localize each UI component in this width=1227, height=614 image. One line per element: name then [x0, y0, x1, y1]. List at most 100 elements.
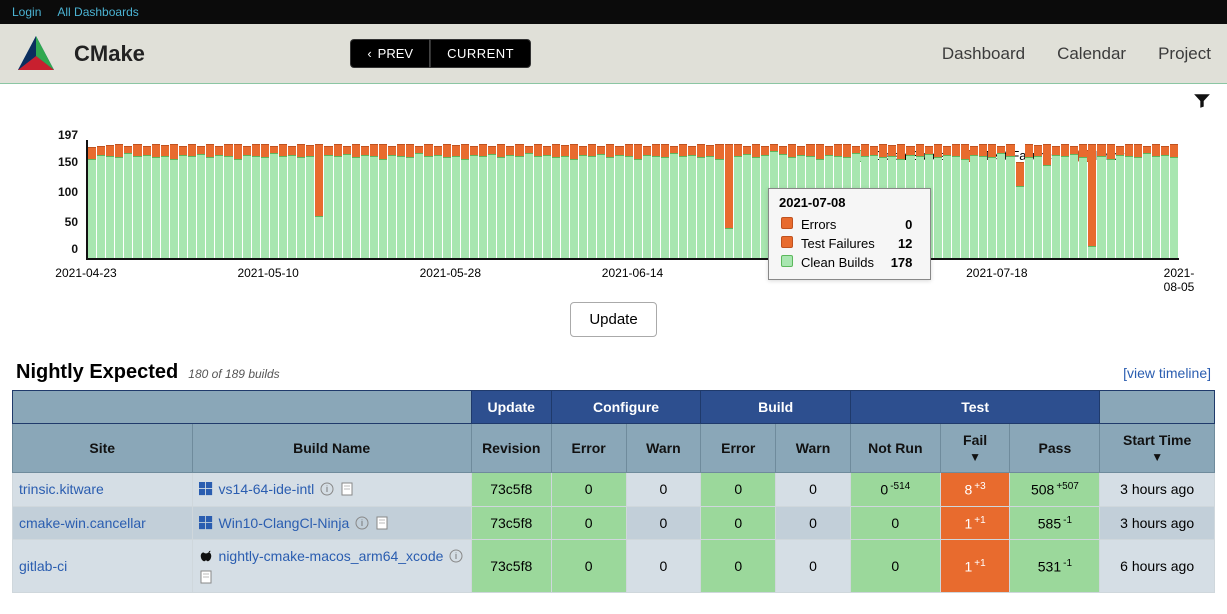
bar[interactable] [934, 140, 942, 258]
col-buildname[interactable]: Build Name [192, 424, 471, 473]
bar[interactable] [970, 140, 978, 258]
bar[interactable] [1134, 140, 1142, 258]
bar[interactable] [752, 140, 760, 258]
revision-cell[interactable]: 73c5f8 [471, 540, 551, 593]
bar[interactable] [497, 140, 505, 258]
bar[interactable] [379, 140, 387, 258]
col-test[interactable]: Test [850, 391, 1099, 424]
bar[interactable] [579, 140, 587, 258]
bar[interactable] [152, 140, 160, 258]
col-start[interactable]: Start Time▼ [1100, 424, 1215, 473]
bar[interactable] [434, 140, 442, 258]
start-cell[interactable]: 6 hours ago [1100, 540, 1215, 593]
cfg-err-cell[interactable]: 0 [551, 473, 626, 507]
bar[interactable] [334, 140, 342, 258]
bar[interactable] [397, 140, 405, 258]
bar[interactable] [1107, 140, 1115, 258]
bar[interactable] [1006, 140, 1014, 258]
col-build[interactable]: Build [701, 391, 851, 424]
all-dashboards-link[interactable]: All Dashboards [57, 5, 138, 19]
bar[interactable] [388, 140, 396, 258]
bar[interactable] [1170, 140, 1178, 258]
bar[interactable] [1116, 140, 1124, 258]
bar[interactable] [715, 140, 723, 258]
bar[interactable] [588, 140, 596, 258]
prev-button[interactable]: ‹ PREV [350, 39, 430, 68]
bar[interactable] [443, 140, 451, 258]
bar[interactable] [1025, 140, 1033, 258]
bar[interactable] [1043, 140, 1051, 258]
bar[interactable] [370, 140, 378, 258]
bar[interactable] [97, 140, 105, 258]
update-button[interactable]: Update [570, 302, 656, 337]
bar[interactable] [734, 140, 742, 258]
col-configure[interactable]: Configure [551, 391, 701, 424]
cfg-err-cell[interactable]: 0 [551, 540, 626, 593]
bar[interactable] [279, 140, 287, 258]
start-cell[interactable]: 3 hours ago [1100, 473, 1215, 507]
buildname-cell[interactable]: vs14-64-ide-intl i [192, 473, 471, 507]
bar[interactable] [261, 140, 269, 258]
bld-warn-cell[interactable]: 0 [776, 540, 851, 593]
bar[interactable] [170, 140, 178, 258]
bar[interactable] [188, 140, 196, 258]
note-icon[interactable] [199, 570, 213, 584]
bar[interactable] [288, 140, 296, 258]
bld-err-cell[interactable]: 0 [701, 506, 776, 540]
bar[interactable] [215, 140, 223, 258]
revision-cell[interactable]: 73c5f8 [471, 506, 551, 540]
col-fail[interactable]: Fail▼ [940, 424, 1010, 473]
bar[interactable] [424, 140, 432, 258]
bar[interactable] [506, 140, 514, 258]
bar[interactable] [706, 140, 714, 258]
bar[interactable] [1143, 140, 1151, 258]
bar[interactable] [688, 140, 696, 258]
nav-calendar[interactable]: Calendar [1057, 44, 1126, 64]
bar[interactable] [1125, 140, 1133, 258]
bar[interactable] [406, 140, 414, 258]
bar[interactable] [252, 140, 260, 258]
pass-cell[interactable]: 585-1 [1010, 506, 1100, 540]
bar[interactable] [697, 140, 705, 258]
bar[interactable] [561, 140, 569, 258]
bar[interactable] [643, 140, 651, 258]
note-icon[interactable] [340, 482, 354, 496]
bar[interactable] [1016, 140, 1024, 258]
bar[interactable] [625, 140, 633, 258]
bar[interactable] [124, 140, 132, 258]
bar[interactable] [452, 140, 460, 258]
site-cell[interactable]: trinsic.kitware [13, 473, 193, 507]
notrun-cell[interactable]: 0-514 [850, 473, 940, 507]
cfg-warn-cell[interactable]: 0 [626, 540, 701, 593]
bar[interactable] [952, 140, 960, 258]
col-cfg-error[interactable]: Error [551, 424, 626, 473]
bar[interactable] [324, 140, 332, 258]
bar[interactable] [570, 140, 578, 258]
build-chart[interactable]: 197 150 100 50 0 2021-04-232021-05-10202… [48, 140, 1179, 290]
start-cell[interactable]: 3 hours ago [1100, 506, 1215, 540]
site-cell[interactable]: cmake-win.cancellar [13, 506, 193, 540]
pass-cell[interactable]: 531-1 [1010, 540, 1100, 593]
bar[interactable] [552, 140, 560, 258]
info-icon[interactable]: i [320, 482, 334, 496]
pass-cell[interactable]: 508+507 [1010, 473, 1100, 507]
bar[interactable] [1152, 140, 1160, 258]
bar[interactable] [179, 140, 187, 258]
fail-cell[interactable]: 1+1 [940, 506, 1010, 540]
bar[interactable] [461, 140, 469, 258]
bar[interactable] [615, 140, 623, 258]
bar[interactable] [143, 140, 151, 258]
bar[interactable] [1052, 140, 1060, 258]
bld-err-cell[interactable]: 0 [701, 540, 776, 593]
bar[interactable] [343, 140, 351, 258]
bar[interactable] [634, 140, 642, 258]
bar[interactable] [943, 140, 951, 258]
bar[interactable] [352, 140, 360, 258]
fail-cell[interactable]: 1+1 [940, 540, 1010, 593]
bar[interactable] [243, 140, 251, 258]
bar[interactable] [534, 140, 542, 258]
current-button[interactable]: CURRENT [430, 39, 531, 68]
nav-dashboard[interactable]: Dashboard [942, 44, 1025, 64]
col-update[interactable]: Update [471, 391, 551, 424]
revision-cell[interactable]: 73c5f8 [471, 473, 551, 507]
